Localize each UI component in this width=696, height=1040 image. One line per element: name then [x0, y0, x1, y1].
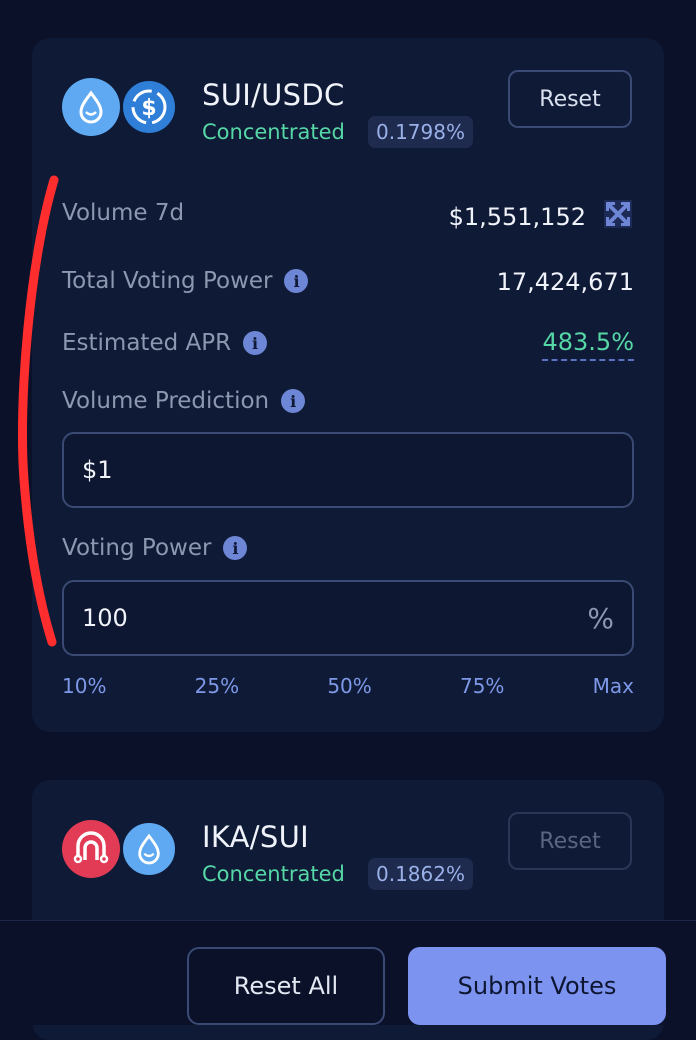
pool-type-label: Concentrated	[202, 120, 345, 144]
fee-badge: 0.1862%	[368, 858, 473, 890]
voting-power-label-text: Voting Power	[62, 535, 212, 561]
info-icon[interactable]: i	[243, 331, 268, 355]
volume-prediction-label-text: Volume Prediction	[62, 388, 270, 414]
expand-icon[interactable]	[602, 198, 634, 236]
sui-coin-icon	[120, 820, 178, 878]
sui-coin-icon	[62, 78, 120, 136]
volume-7d-label: Volume 7d	[62, 200, 184, 226]
voting-power-label: Voting Power i	[62, 535, 248, 561]
fee-badge: 0.1798%	[368, 116, 473, 148]
preset-10-button[interactable]: 10%	[62, 674, 106, 698]
pool-token-icons: $	[62, 78, 178, 138]
voting-power-input[interactable]: 100 %	[62, 580, 634, 656]
pool-name: IKA/SUI	[202, 820, 309, 854]
volume-7d-value: $1,551,152	[449, 198, 634, 236]
reset-all-button[interactable]: Reset All	[187, 947, 385, 1025]
volume-prediction-value: $1	[82, 456, 113, 484]
estimated-apr-value-text[interactable]: 483.5%	[542, 328, 634, 361]
volume-prediction-label: Volume Prediction i	[62, 388, 306, 414]
info-icon[interactable]: i	[284, 269, 309, 293]
preset-max-button[interactable]: Max	[593, 674, 634, 698]
estimated-apr-label: Estimated APR i	[62, 330, 268, 356]
total-voting-power-label-text: Total Voting Power	[62, 268, 273, 294]
pool-type-label: Concentrated	[202, 862, 345, 886]
percent-icon: %	[587, 601, 614, 635]
estimated-apr-value[interactable]: 483.5%	[542, 328, 634, 361]
total-voting-power-label: Total Voting Power i	[62, 268, 309, 294]
info-icon[interactable]: i	[223, 536, 248, 560]
ika-coin-icon	[62, 820, 120, 878]
submit-votes-button[interactable]: Submit Votes	[408, 947, 666, 1025]
volume-7d-label-text: Volume 7d	[62, 200, 185, 226]
bottom-action-bar: Reset All Submit Votes	[0, 920, 696, 1025]
pool-name: SUI/USDC	[202, 78, 345, 112]
voting-power-value: 100	[82, 604, 128, 632]
preset-50-button[interactable]: 50%	[327, 674, 371, 698]
reset-button[interactable]: Reset	[508, 812, 632, 870]
preset-25-button[interactable]: 25%	[195, 674, 239, 698]
volume-7d-value-text: $1,551,152	[448, 203, 586, 231]
pool-token-icons	[62, 820, 178, 880]
info-icon[interactable]: i	[281, 389, 306, 413]
usdc-coin-icon: $	[120, 78, 178, 136]
reset-button[interactable]: Reset	[508, 70, 632, 128]
total-voting-power-value: 17,424,671	[496, 268, 634, 296]
pool-card-sui-usdc: $ SUI/USDC Concentrated 0.1798% Reset Vo…	[32, 38, 664, 732]
voting-power-presets: 10% 25% 50% 75% Max	[62, 674, 634, 698]
estimated-apr-label-text: Estimated APR	[62, 330, 232, 356]
preset-75-button[interactable]: 75%	[460, 674, 504, 698]
svg-text:$: $	[141, 96, 156, 121]
volume-prediction-input[interactable]: $1	[62, 432, 634, 508]
